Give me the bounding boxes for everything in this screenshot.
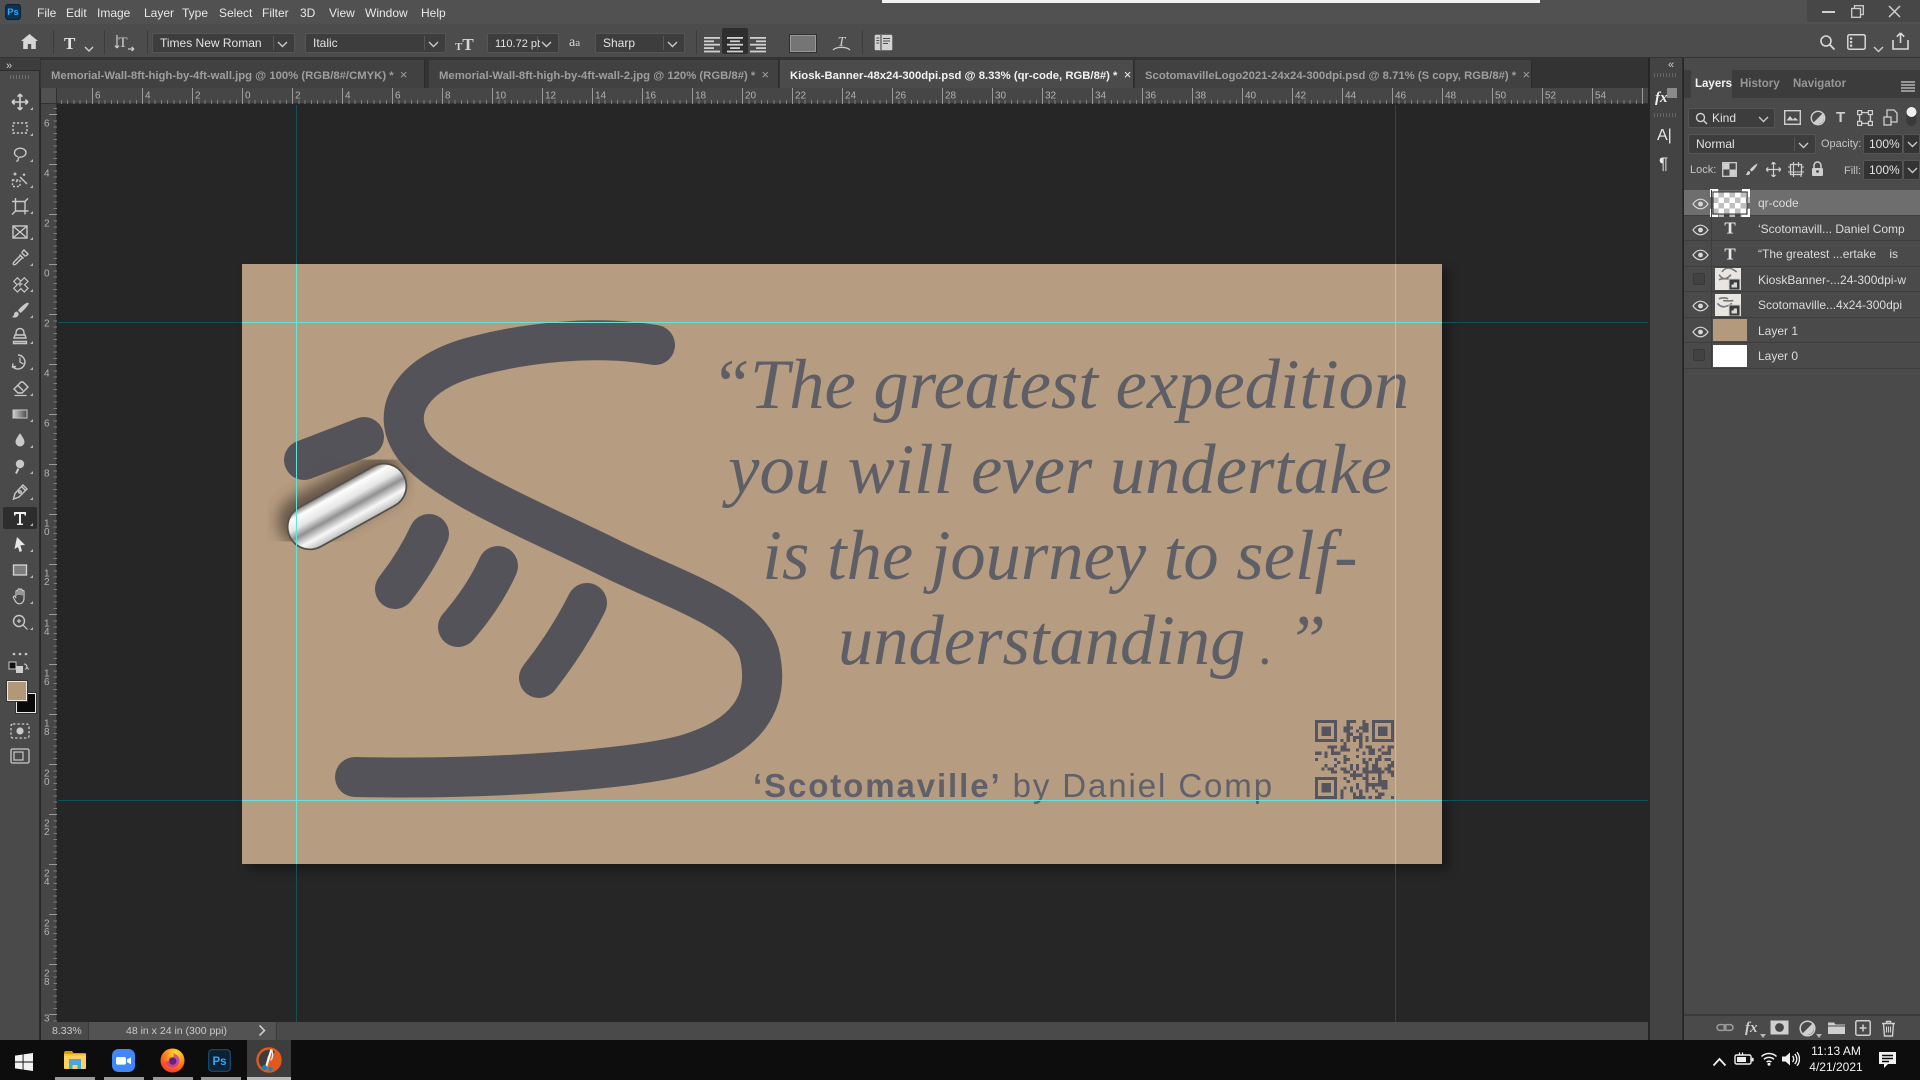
svg-text:6: 6 [44, 927, 50, 938]
svg-text:6: 6 [395, 91, 401, 102]
svg-text:2: 2 [295, 91, 301, 102]
svg-text:50: 50 [1495, 91, 1507, 102]
svg-text:6: 6 [44, 419, 50, 430]
svg-text:4: 4 [44, 369, 50, 380]
svg-text:20: 20 [745, 91, 757, 102]
svg-text:T: T [1724, 244, 1736, 263]
svg-text:16: 16 [645, 91, 657, 102]
svg-text:14: 14 [595, 91, 607, 102]
svg-text:30: 30 [995, 91, 1007, 102]
svg-text:0: 0 [44, 269, 50, 280]
svg-text:10: 10 [495, 91, 507, 102]
svg-text:4: 4 [345, 91, 351, 102]
svg-text:4: 4 [44, 877, 50, 888]
svg-text:6: 6 [44, 119, 50, 130]
svg-text:26: 26 [895, 91, 907, 102]
svg-text:40: 40 [1245, 91, 1257, 102]
svg-text:32: 32 [1045, 91, 1057, 102]
svg-text:54: 54 [1595, 91, 1607, 102]
svg-text:2: 2 [44, 827, 50, 838]
svg-text:4: 4 [44, 627, 50, 638]
svg-text:6: 6 [95, 91, 101, 102]
svg-text:24: 24 [845, 91, 857, 102]
svg-text:42: 42 [1295, 91, 1307, 102]
svg-text:12: 12 [545, 91, 557, 102]
svg-text:4: 4 [44, 169, 50, 180]
svg-text:8: 8 [44, 469, 50, 480]
svg-text:44: 44 [1345, 91, 1357, 102]
svg-text:48: 48 [1445, 91, 1457, 102]
svg-text:2: 2 [44, 577, 50, 588]
svg-text:18: 18 [695, 91, 707, 102]
svg-text:T: T [118, 35, 127, 51]
svg-text:0: 0 [245, 91, 251, 102]
svg-text:28: 28 [945, 91, 957, 102]
svg-text:8: 8 [445, 91, 451, 102]
svg-text:52: 52 [1545, 91, 1557, 102]
svg-text:2: 2 [44, 319, 50, 330]
svg-text:2: 2 [44, 219, 50, 230]
svg-text:8: 8 [44, 727, 50, 738]
svg-text:2: 2 [195, 91, 201, 102]
svg-text:46: 46 [1395, 91, 1407, 102]
svg-text:34: 34 [1095, 91, 1107, 102]
svg-text:0: 0 [44, 527, 50, 538]
svg-text:3: 3 [44, 1014, 50, 1023]
svg-text:0: 0 [44, 777, 50, 788]
svg-text:Ps: Ps [212, 1056, 226, 1068]
svg-text:4: 4 [145, 91, 151, 102]
svg-text:8: 8 [44, 977, 50, 988]
svg-text:T: T [1724, 219, 1736, 238]
svg-text:38: 38 [1195, 91, 1207, 102]
svg-text:22: 22 [795, 91, 807, 102]
svg-text:36: 36 [1145, 91, 1157, 102]
svg-text:6: 6 [44, 677, 50, 688]
